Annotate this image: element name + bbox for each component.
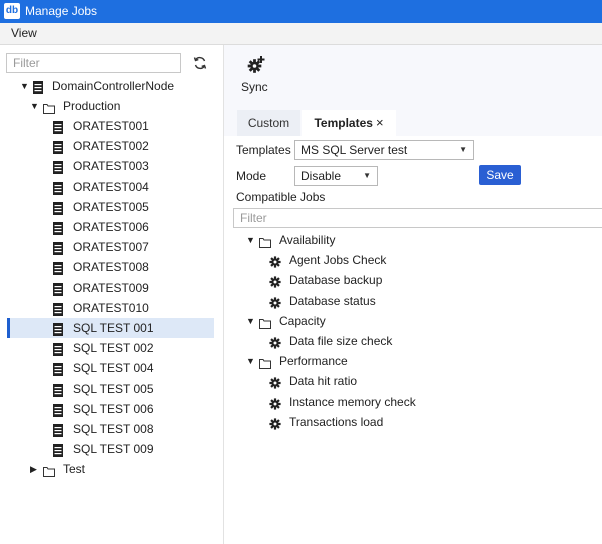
tree-item-server[interactable]: ORATEST008 — [0, 257, 223, 277]
templates-tab-content: Templates MS SQL Server test ▼ Mode Disa… — [224, 136, 602, 544]
tree-item-label: SQL TEST 002 — [73, 341, 154, 356]
dropdown-arrow-icon: ▼ — [459, 145, 467, 154]
tree-item-server[interactable]: SQL TEST 004 — [0, 358, 223, 378]
jobs-filter-input[interactable] — [233, 208, 602, 228]
tree-item-label: ORATEST004 — [73, 179, 149, 194]
tree-item-server[interactable]: ORATEST007 — [0, 237, 223, 257]
mode-select-value: Disable — [301, 169, 342, 183]
tree-item-server[interactable]: SQL TEST 006 — [0, 399, 223, 419]
job-group[interactable]: ▼ Availability — [224, 230, 602, 250]
tree-item-server[interactable]: ORATEST009 — [0, 278, 223, 298]
tree-item-label: Data hit ratio — [289, 374, 358, 389]
tree-item-server[interactable]: SQL TEST 001 — [0, 318, 223, 338]
tree-item-label: Performance — [279, 354, 348, 369]
app-icon: db — [4, 3, 20, 19]
tree-item-label: ORATEST003 — [73, 159, 149, 174]
job-group[interactable]: ▼ Capacity — [224, 311, 602, 331]
tree-item-label: Transactions load — [289, 414, 384, 429]
tree-item-label: ORATEST009 — [73, 280, 149, 295]
tab-templates[interactable]: Templates × — [302, 110, 396, 136]
tree-item-server[interactable]: ORATEST010 — [0, 298, 223, 318]
tree-item-server[interactable]: SQL TEST 005 — [0, 379, 223, 399]
dropdown-arrow-icon: ▼ — [363, 171, 371, 180]
templates-label: Templates — [236, 143, 291, 157]
job-item[interactable]: Transactions load — [224, 412, 602, 432]
tree-item-label: Production — [63, 99, 121, 113]
sync-gear-icon[interactable] — [246, 55, 266, 75]
tree-item-label: Capacity — [279, 313, 326, 328]
title-bar: db Manage Jobs — [0, 0, 602, 23]
tree-item-label: SQL TEST 009 — [73, 442, 154, 457]
templates-select[interactable]: MS SQL Server test ▼ — [294, 140, 474, 160]
expand-arrow-icon[interactable]: ▼ — [246, 351, 256, 371]
compatible-jobs-label: Compatible Jobs — [236, 190, 326, 204]
tree-item-label: ORATEST002 — [73, 139, 149, 154]
tree-item-label: Agent Jobs Check — [289, 253, 387, 268]
tree-item-server[interactable]: ORATEST001 — [0, 116, 223, 136]
tree-item-server[interactable]: ORATEST004 — [0, 177, 223, 197]
tree-node-root[interactable]: ▼ DomainControllerNode — [0, 76, 223, 96]
tree-node-production[interactable]: ▼ Production — [0, 96, 223, 116]
tree-item-server[interactable]: SQL TEST 009 — [0, 439, 223, 459]
tree-item-server[interactable]: ORATEST003 — [0, 156, 223, 176]
tree-item-label: ORATEST007 — [73, 240, 149, 255]
tree-item-label: Data file size check — [289, 334, 393, 348]
tab-custom[interactable]: Custom — [237, 110, 300, 136]
collapse-arrow-icon[interactable]: ▶ — [30, 459, 40, 479]
save-button[interactable]: Save — [479, 165, 521, 185]
tree-item-label: SQL TEST 004 — [73, 361, 154, 376]
sync-button-label[interactable]: Sync — [241, 80, 268, 94]
tree-item-label: ORATEST005 — [73, 199, 149, 214]
tree-item-server[interactable]: ORATEST006 — [0, 217, 223, 237]
menu-bar: View — [0, 23, 602, 45]
tree-item-label: Availability — [279, 233, 336, 247]
tree-item-label: SQL TEST 008 — [73, 422, 154, 436]
tree-item-label: Database backup — [289, 273, 383, 288]
tree-node-test[interactable]: ▶ Test — [0, 459, 223, 479]
expand-arrow-icon[interactable]: ▼ — [20, 76, 30, 96]
tree-item-label: SQL TEST 001 — [73, 321, 154, 335]
job-item[interactable]: Data file size check — [224, 331, 602, 351]
folder-icon — [43, 463, 55, 483]
refresh-icon[interactable] — [192, 55, 208, 71]
tree-item-label: ORATEST001 — [73, 119, 149, 133]
tree-item-label: ORATEST008 — [73, 260, 149, 275]
close-icon[interactable]: × — [376, 115, 384, 130]
window-title: Manage Jobs — [25, 4, 98, 18]
expand-arrow-icon[interactable]: ▼ — [30, 96, 40, 116]
job-item[interactable]: Database status — [224, 291, 602, 311]
tree-item-label: Database status — [289, 293, 376, 308]
server-tree-panel: ▼ DomainControllerNode ▼ Production ORATEST0… — [0, 45, 224, 544]
tree-item-label: SQL TEST 005 — [73, 381, 154, 396]
tree-item-server[interactable]: ORATEST002 — [0, 136, 223, 156]
mode-select[interactable]: Disable ▼ — [294, 166, 378, 186]
tree-item-label: Test — [63, 462, 86, 476]
tree-item-label: DomainControllerNode — [52, 79, 175, 93]
job-item[interactable]: Data hit ratio — [224, 371, 602, 391]
tree-item-server[interactable]: SQL TEST 002 — [0, 338, 223, 358]
tree-item-label: ORATEST006 — [73, 220, 149, 234]
menu-view[interactable]: View — [11, 26, 37, 40]
tree-item-server[interactable]: SQL TEST 008 — [0, 419, 223, 439]
tree-item-label: SQL TEST 006 — [73, 401, 154, 416]
tree-filter-input[interactable] — [6, 53, 181, 73]
jobs-panel: Sync Custom Templates × Templates MS SQL … — [224, 45, 602, 544]
job-item[interactable]: Agent Jobs Check — [224, 250, 602, 270]
tree-item-label: ORATEST010 — [73, 300, 149, 315]
templates-select-value: MS SQL Server test — [301, 143, 408, 157]
gear-icon — [269, 416, 281, 436]
tab-templates-label: Templates — [314, 116, 373, 130]
mode-label: Mode — [236, 169, 267, 183]
job-group[interactable]: ▼ Performance — [224, 351, 602, 371]
job-item[interactable]: Instance memory check — [224, 392, 602, 412]
tree-item-server[interactable]: ORATEST005 — [0, 197, 223, 217]
tree-item-label: Instance memory check — [289, 394, 416, 409]
tab-custom-label: Custom — [247, 116, 290, 130]
expand-arrow-icon[interactable]: ▼ — [246, 230, 256, 250]
job-item[interactable]: Database backup — [224, 270, 602, 290]
expand-arrow-icon[interactable]: ▼ — [246, 311, 256, 331]
